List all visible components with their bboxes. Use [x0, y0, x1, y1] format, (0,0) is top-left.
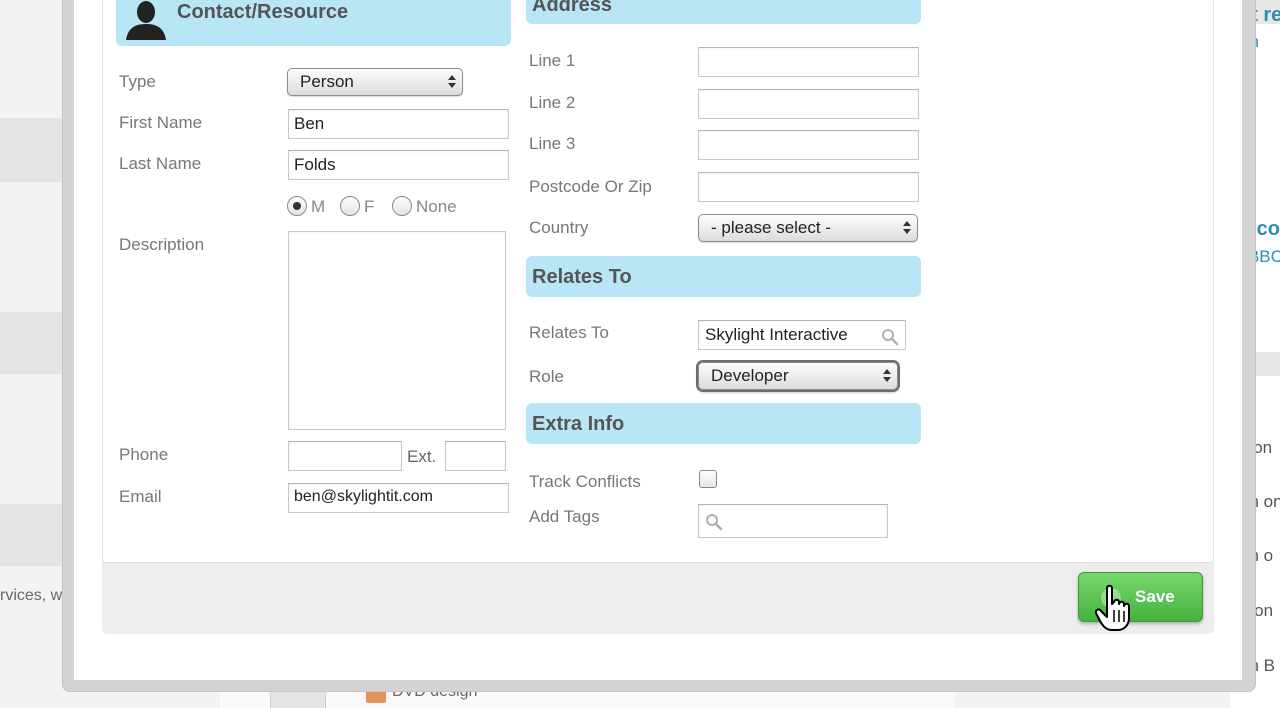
country-select-value: - please select -: [711, 218, 831, 237]
gender-radio-f[interactable]: [340, 196, 360, 216]
background-text: rvices, wh: [0, 587, 72, 604]
email-field[interactable]: ben@skylightit.com: [288, 483, 509, 513]
phone-field[interactable]: [288, 441, 402, 471]
relates-section-header: Relates To: [526, 256, 921, 297]
search-icon: [706, 514, 723, 531]
type-select[interactable]: Person: [287, 68, 463, 96]
section-title: Address: [532, 0, 613, 16]
description-label: Description: [119, 235, 205, 254]
gender-radio-m[interactable]: [287, 196, 307, 216]
ext-field[interactable]: [445, 441, 506, 471]
gender-label-f: F: [364, 197, 375, 216]
background-band: [0, 312, 70, 374]
role-select[interactable]: Developer: [698, 362, 898, 390]
line1-field[interactable]: [698, 47, 919, 77]
background-band: [0, 504, 70, 566]
select-arrows-icon: [447, 74, 457, 90]
track-conflicts-checkbox[interactable]: [699, 470, 717, 488]
section-title: Contact/Resource: [177, 1, 349, 23]
description-textarea[interactable]: [288, 231, 506, 430]
phone-label: Phone: [119, 445, 169, 464]
background-band: [0, 118, 70, 182]
add-tags-field[interactable]: [698, 504, 888, 538]
gender-radio-none[interactable]: [392, 196, 412, 216]
save-button-label: Save: [1135, 587, 1175, 606]
first-name-field[interactable]: Ben: [288, 109, 509, 139]
add-tags-label: Add Tags: [529, 507, 600, 526]
gender-label-m: M: [311, 197, 326, 216]
section-title: Relates To: [532, 266, 632, 288]
ext-label: Ext.: [407, 447, 437, 466]
line2-field[interactable]: [698, 89, 919, 119]
role-select-value: Developer: [711, 366, 789, 385]
hand-cursor-icon: [1094, 584, 1130, 631]
track-conflicts-label: Track Conflicts: [529, 472, 641, 491]
contact-form: Contact/Resource Address Type Person Fir…: [102, 0, 1214, 562]
extra-info-section-header: Extra Info: [526, 403, 921, 444]
email-label: Email: [119, 487, 162, 506]
country-select[interactable]: - please select -: [698, 214, 918, 242]
postcode-field[interactable]: [698, 172, 919, 202]
search-icon: [882, 329, 899, 346]
line3-label: Line 3: [529, 134, 576, 153]
select-arrows-icon: [902, 220, 912, 236]
postcode-label: Postcode Or Zip: [529, 177, 652, 196]
line2-label: Line 2: [529, 93, 576, 112]
line3-field[interactable]: [698, 130, 919, 160]
relates-to-label: Relates To: [529, 323, 610, 342]
first-name-label: First Name: [119, 113, 203, 132]
last-name-label: Last Name: [119, 154, 202, 173]
gender-label-none: None: [416, 197, 457, 216]
type-select-value: Person: [300, 72, 354, 91]
role-label: Role: [529, 367, 564, 386]
select-arrows-icon: [882, 368, 892, 384]
type-label: Type: [119, 72, 156, 91]
last-name-field[interactable]: Folds: [288, 150, 509, 180]
country-label: Country: [529, 218, 589, 237]
relates-to-value: Skylight Interactive: [705, 325, 848, 344]
section-title: Extra Info: [532, 413, 625, 435]
contact-section-header: Contact/Resource: [116, 0, 511, 46]
person-icon: [126, 1, 166, 40]
line1-label: Line 1: [529, 51, 576, 70]
modal-footer: [102, 562, 1214, 634]
relates-to-field[interactable]: Skylight Interactive: [698, 320, 906, 350]
address-section-header: Address: [526, 0, 921, 24]
